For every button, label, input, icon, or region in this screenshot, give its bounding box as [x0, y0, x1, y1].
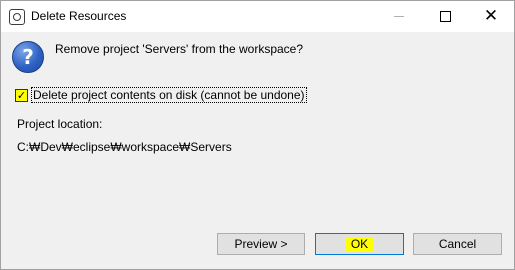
- checkmark-icon: ✓: [16, 88, 27, 102]
- ok-button-label: OK: [345, 237, 374, 251]
- project-location-label: Project location:: [17, 117, 103, 131]
- minimize-icon: [394, 16, 404, 17]
- delete-contents-checkbox[interactable]: ✓: [15, 88, 28, 102]
- cancel-button[interactable]: Cancel: [413, 233, 502, 255]
- eclipse-icon: [9, 9, 25, 25]
- close-button[interactable]: ✕: [468, 1, 514, 32]
- dialog-message: Remove project 'Servers' from the worksp…: [55, 42, 304, 56]
- delete-contents-label[interactable]: Delete project contents on disk (cannot …: [31, 87, 307, 103]
- cancel-button-label: Cancel: [438, 237, 477, 251]
- question-icon: ?: [12, 41, 44, 73]
- preview-button-label: Preview >: [234, 237, 288, 251]
- delete-resources-dialog: Delete Resources ✕ ? Remove project 'Ser…: [0, 0, 515, 270]
- ok-button[interactable]: OK: [315, 233, 404, 255]
- project-location-value: C:₩Dev₩eclipse₩workspace₩Servers: [17, 140, 232, 154]
- delete-contents-option[interactable]: ✓ Delete project contents on disk (canno…: [15, 87, 307, 103]
- close-icon: ✕: [483, 6, 499, 26]
- maximize-button[interactable]: [422, 1, 468, 32]
- window-title: Delete Resources: [31, 9, 127, 23]
- maximize-icon: [439, 11, 451, 22]
- minimize-button[interactable]: [376, 1, 422, 32]
- preview-button[interactable]: Preview >: [217, 233, 305, 255]
- title-bar[interactable]: Delete Resources ✕: [1, 1, 514, 32]
